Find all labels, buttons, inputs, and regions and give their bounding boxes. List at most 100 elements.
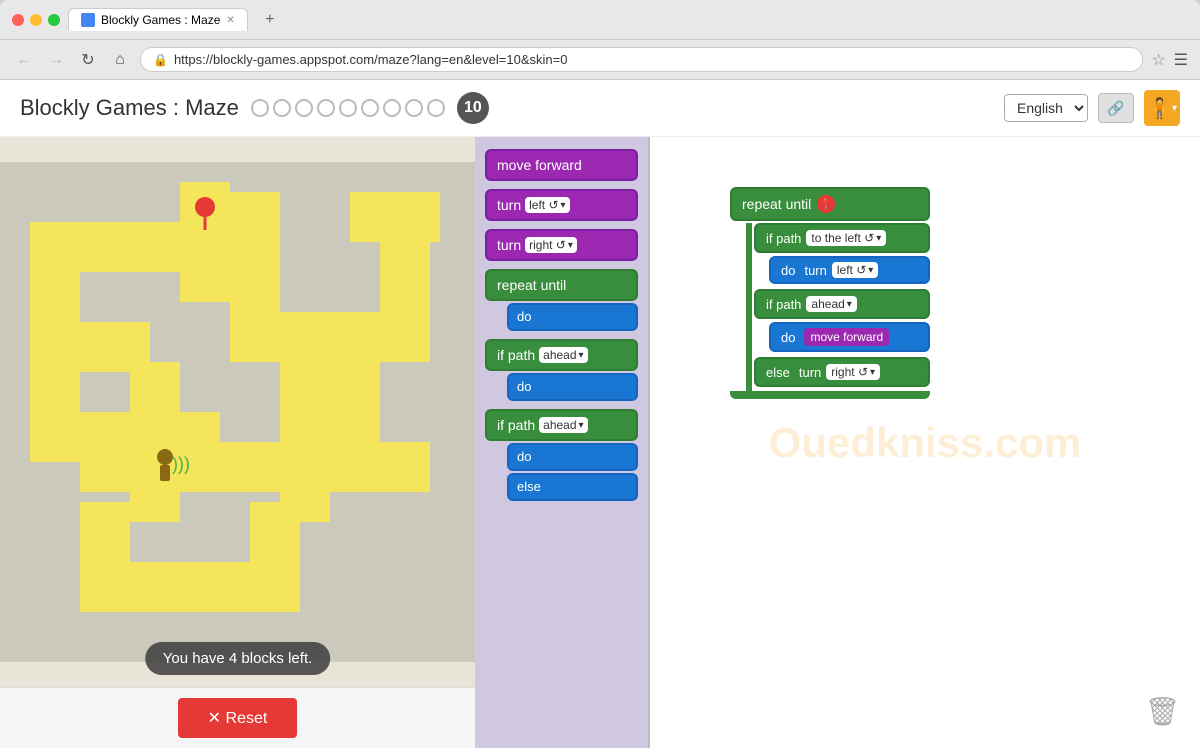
level-dot-2[interactable] xyxy=(273,99,291,117)
ws-repeat-block[interactable]: repeat until 📍 xyxy=(730,187,930,221)
page-header: Blockly Games : Maze 10 English 🔗 xyxy=(0,80,1200,137)
toolbox-if-else-do-block: do xyxy=(507,443,638,471)
ws-do-container: if path to the left ↺ ▾ do turn left ↺ ▾… xyxy=(746,223,930,393)
workspace-panel[interactable]: Ouedkniss.com repeat until 📍 if path to … xyxy=(650,137,1200,748)
browser-window: Blockly Games : Maze ✕ + ← → ↻ ⌂ 🔒 https… xyxy=(0,0,1200,748)
ws-if-path-ahead-block[interactable]: if path ahead ▾ xyxy=(754,289,930,319)
blocks-left-message: You have 4 blocks left. xyxy=(145,642,331,675)
ws-turn-right-dropdown[interactable]: right ↺ ▾ xyxy=(826,364,880,380)
level-dot-5[interactable] xyxy=(339,99,357,117)
maze-controls: ✕ Reset xyxy=(0,687,475,748)
level-dot-1[interactable] xyxy=(251,99,269,117)
level-badge[interactable]: 10 xyxy=(457,92,489,124)
menu-button[interactable]: ☰ xyxy=(1174,50,1188,70)
url-bar[interactable]: 🔒 https://blockly-games.appspot.com/maze… xyxy=(140,47,1143,72)
move-forward-label: move forward xyxy=(497,157,582,173)
toolbox-panel: move forward turn left ↺ ▾ turn right ↺ … xyxy=(475,137,650,748)
link-button[interactable]: 🔗 xyxy=(1098,93,1134,123)
level-dot-4[interactable] xyxy=(317,99,335,117)
ws-do-move-forward-block[interactable]: do move forward xyxy=(769,322,930,352)
ws-do-label-2: do xyxy=(781,330,795,345)
toolbox-if-else-else: else xyxy=(497,473,638,501)
avatar-dropdown-arrow: ▾ xyxy=(1172,103,1177,114)
avatar-button[interactable]: 🧍 ▾ xyxy=(1144,90,1180,126)
toolbox-do-block: do xyxy=(507,303,638,331)
forward-button[interactable]: → xyxy=(44,48,68,72)
toolbox-repeat-block-group: repeat until do xyxy=(485,269,638,331)
ws-goal-marker: 📍 xyxy=(817,195,835,213)
new-tab-button[interactable]: + xyxy=(256,8,284,32)
close-button[interactable] xyxy=(12,14,24,26)
tab-favicon xyxy=(81,13,95,27)
lock-icon: 🔒 xyxy=(153,53,168,67)
reload-button[interactable]: ↻ xyxy=(76,48,100,72)
toolbox-if-ahead-group: if path ahead ▾ do xyxy=(485,339,638,401)
toolbox-if-do-block: do xyxy=(507,373,638,401)
ws-repeat-label: repeat until xyxy=(742,196,811,212)
level-dot-6[interactable] xyxy=(361,99,379,117)
svg-text:))): ))) xyxy=(172,454,190,474)
ws-to-the-left-dropdown[interactable]: to the left ↺ ▾ xyxy=(806,230,886,246)
toolbox-if-do: do xyxy=(497,373,638,401)
trash-icon[interactable]: 🗑 xyxy=(1144,695,1180,728)
toolbox-turn-left-block[interactable]: turn left ↺ ▾ xyxy=(485,189,638,221)
ws-do-turn-left-block[interactable]: do turn left ↺ ▾ xyxy=(769,256,930,284)
if-ahead-dropdown[interactable]: ahead ▾ xyxy=(539,347,587,363)
toolbox-repeat-do: do xyxy=(497,303,638,331)
ws-else-block[interactable]: else turn right ↺ ▾ xyxy=(754,357,930,387)
ws-turn-left-dropdown[interactable]: left ↺ ▾ xyxy=(832,262,878,278)
if-else-ahead-dropdown[interactable]: ahead ▾ xyxy=(539,417,587,433)
watermark: Ouedkniss.com xyxy=(769,419,1082,467)
url-text: https://blockly-games.appspot.com/maze?l… xyxy=(174,52,567,67)
toolbox-move-forward-block[interactable]: move forward xyxy=(485,149,638,181)
header-right: English 🔗 🧍 ▾ xyxy=(1004,90,1180,126)
ws-else-label: else xyxy=(766,365,790,380)
level-dot-7[interactable] xyxy=(383,99,401,117)
turn-right-label: turn xyxy=(497,237,521,253)
minimize-button[interactable] xyxy=(30,14,42,26)
turn-right-dropdown[interactable]: right ↺ ▾ xyxy=(525,237,577,253)
title-bar: Blockly Games : Maze ✕ + xyxy=(0,0,1200,40)
language-selector[interactable]: English xyxy=(1004,94,1088,122)
toolbox-if-else-group: if path ahead ▾ do else xyxy=(485,409,638,501)
traffic-lights xyxy=(12,14,60,26)
ws-do-label-1: do xyxy=(781,263,795,278)
avatar-icon: 🧍 xyxy=(1147,96,1172,121)
maze-panel: ))) You have 4 blocks left. ✕ Reset xyxy=(0,137,475,748)
page-title: Blockly Games : Maze xyxy=(20,95,239,121)
ws-ahead-dropdown[interactable]: ahead ▾ xyxy=(806,296,856,312)
turn-left-dropdown[interactable]: left ↺ ▾ xyxy=(525,197,569,213)
workspace-assembled-blocks: repeat until 📍 if path to the left ↺ ▾ d… xyxy=(730,187,930,399)
turn-left-label: turn xyxy=(497,197,521,213)
ws-repeat-bottom xyxy=(730,391,930,399)
toolbox-if-ahead-block[interactable]: if path ahead ▾ xyxy=(485,339,638,371)
reset-button[interactable]: ✕ Reset xyxy=(178,698,298,738)
ws-move-forward-inner: move forward xyxy=(804,328,889,346)
level-dot-8[interactable] xyxy=(405,99,423,117)
address-bar: ← → ↻ ⌂ 🔒 https://blockly-games.appspot.… xyxy=(0,40,1200,80)
back-button[interactable]: ← xyxy=(12,48,36,72)
ws-if-label-2: if path xyxy=(766,297,801,312)
toolbox-repeat-block[interactable]: repeat until xyxy=(485,269,638,301)
maze-svg: ))) xyxy=(0,137,475,687)
maximize-button[interactable] xyxy=(48,14,60,26)
ws-if-label-1: if path xyxy=(766,231,801,246)
toolbox-if-else-block[interactable]: if path ahead ▾ xyxy=(485,409,638,441)
main-area: ))) You have 4 blocks left. ✕ Reset xyxy=(0,137,1200,748)
toolbox-else-block: else xyxy=(507,473,638,501)
toolbox-turn-right-block[interactable]: turn right ↺ ▾ xyxy=(485,229,638,261)
page-content: Blockly Games : Maze 10 English 🔗 xyxy=(0,80,1200,748)
bookmark-button[interactable]: ☆ xyxy=(1151,50,1165,70)
maze-container: ))) You have 4 blocks left. xyxy=(0,137,475,687)
level-dot-9[interactable] xyxy=(427,99,445,117)
level-dot-3[interactable] xyxy=(295,99,313,117)
home-button[interactable]: ⌂ xyxy=(108,48,132,72)
active-tab[interactable]: Blockly Games : Maze ✕ xyxy=(68,8,248,31)
ws-if-path-left-block[interactable]: if path to the left ↺ ▾ xyxy=(754,223,930,253)
level-dots xyxy=(251,99,445,117)
ws-turn-label-1: turn xyxy=(804,263,826,278)
toolbox-if-else-do: do xyxy=(497,443,638,471)
tab-close-button[interactable]: ✕ xyxy=(226,15,234,26)
link-icon: 🔗 xyxy=(1107,100,1124,117)
ws-turn-label-2: turn xyxy=(799,365,821,380)
